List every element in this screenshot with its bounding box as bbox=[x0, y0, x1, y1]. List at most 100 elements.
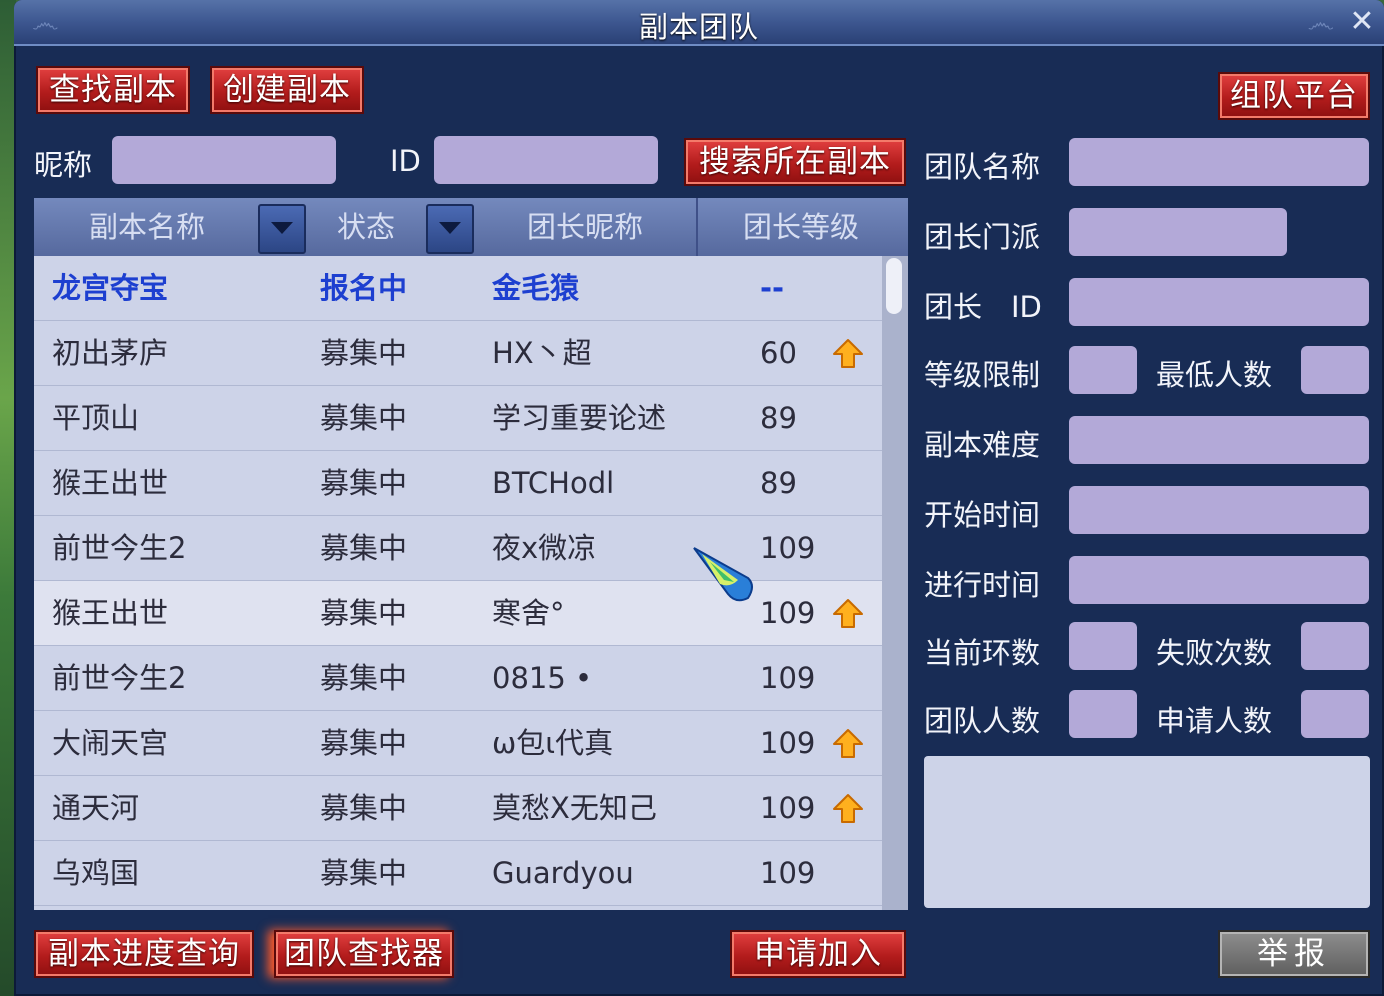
dungeon-name-cell: 初出茅庐 bbox=[52, 336, 169, 370]
team-description-box bbox=[924, 756, 1370, 908]
status-cell: 募集中 bbox=[320, 596, 408, 630]
min-members-label: 最低人数 bbox=[1156, 358, 1273, 392]
leader-nickname-cell: 0815 • bbox=[492, 661, 593, 695]
status-cell: 募集中 bbox=[320, 726, 408, 760]
table-row[interactable]: 前世今生2 募集中 0815 • 109 bbox=[34, 646, 882, 711]
leader-level-cell: 109 bbox=[760, 596, 816, 630]
table-row[interactable]: 平顶山 募集中 学习重要论述 89 bbox=[34, 386, 882, 451]
leader-nickname-cell: Guardyou bbox=[492, 856, 634, 890]
status-cell: 报名中 bbox=[320, 271, 408, 305]
leader-level-cell: 109 bbox=[760, 726, 816, 760]
window-title: 副本团队 bbox=[638, 10, 759, 44]
dungeon-name-cell: 通天河 bbox=[52, 791, 140, 825]
difficulty-field bbox=[1069, 416, 1369, 464]
status-cell: 募集中 bbox=[320, 336, 408, 370]
leader-level-cell: -- bbox=[760, 271, 785, 305]
leader-nickname-cell: HX丶超 bbox=[492, 336, 592, 370]
dungeon-table: 副本名称 状态 团长昵称 团长等级 龙宫夺宝 报名中 金毛猿 -- 初出茅庐 募集中 HX丶… bbox=[34, 198, 908, 910]
chevron-down-icon bbox=[439, 222, 461, 234]
table-header: 副本名称 状态 团长昵称 团长等级 bbox=[34, 198, 908, 256]
team-size-field bbox=[1069, 690, 1137, 738]
team-platform-button[interactable]: 组队平台 bbox=[1218, 72, 1370, 120]
nickname-label: 昵称 bbox=[34, 148, 93, 182]
create-dungeon-tab[interactable]: 创建副本 bbox=[210, 66, 364, 114]
col-header-dungeon-name: 副本名称 bbox=[88, 210, 205, 244]
leader-school-field bbox=[1069, 208, 1287, 256]
leader-nickname-cell: 莫愁X无知己 bbox=[492, 791, 657, 825]
status-cell: 募集中 bbox=[320, 401, 408, 435]
team-size-label: 团队人数 bbox=[924, 704, 1041, 738]
table-row[interactable]: 大闹天宫 募集中 ω包ι代真 109 bbox=[34, 711, 882, 776]
difficulty-label: 副本难度 bbox=[924, 428, 1041, 462]
up-arrow-icon bbox=[833, 794, 863, 823]
leader-level-cell: 109 bbox=[760, 661, 816, 695]
dungeon-name-cell: 乌鸡国 bbox=[52, 856, 140, 890]
applicants-label: 申请人数 bbox=[1156, 704, 1273, 738]
status-filter-dropdown[interactable] bbox=[426, 204, 474, 254]
status-cell: 募集中 bbox=[320, 661, 408, 695]
fail-count-label: 失败次数 bbox=[1156, 636, 1273, 670]
id-label: ID bbox=[390, 144, 421, 178]
team-name-label: 团队名称 bbox=[924, 150, 1041, 184]
dungeon-name-cell: 前世今生2 bbox=[52, 531, 187, 565]
chevron-down-icon bbox=[271, 222, 293, 234]
leader-level-cell: 60 bbox=[760, 336, 797, 370]
start-time-label: 开始时间 bbox=[924, 498, 1041, 532]
col-header-status: 状态 bbox=[336, 210, 395, 244]
leader-level-cell: 109 bbox=[760, 791, 816, 825]
dungeon-name-cell: 前世今生2 bbox=[52, 661, 187, 695]
leader-level-cell: 109 bbox=[760, 531, 816, 565]
dungeon-name-cell: 平顶山 bbox=[52, 401, 140, 435]
leader-level-cell: 89 bbox=[760, 466, 797, 500]
up-arrow-icon bbox=[833, 339, 863, 368]
scrollbar-track[interactable] bbox=[882, 256, 908, 910]
nickname-input[interactable] bbox=[112, 136, 336, 184]
apply-join-button[interactable]: 申请加入 bbox=[730, 930, 906, 978]
up-arrow-icon bbox=[833, 599, 863, 628]
level-limit-field bbox=[1069, 346, 1137, 394]
leader-school-label: 团长门派 bbox=[924, 220, 1041, 254]
team-finder-button[interactable]: 团队查找器 bbox=[274, 930, 454, 978]
dungeon-filter-dropdown[interactable] bbox=[258, 204, 306, 254]
table-row[interactable]: 乌鸡国 募集中 Guardyou 109 bbox=[34, 841, 882, 906]
dungeon-team-window: ෴ ෴ 副本团队 ✕ 查找副本 创建副本 组队平台 昵称 ID 搜索所在副本 副… bbox=[14, 0, 1384, 996]
status-cell: 募集中 bbox=[320, 791, 408, 825]
dungeon-name-cell: 龙宫夺宝 bbox=[52, 271, 169, 305]
table-row[interactable]: 龙宫夺宝 报名中 金毛猿 -- bbox=[34, 256, 882, 321]
leader-nickname-cell: 寒舍° bbox=[492, 596, 565, 630]
report-button[interactable]: 举报 bbox=[1218, 930, 1370, 978]
status-cell: 募集中 bbox=[320, 856, 408, 890]
elapsed-time-field bbox=[1069, 556, 1369, 604]
table-row[interactable]: 通天河 募集中 莫愁X无知己 109 bbox=[34, 776, 882, 841]
up-arrow-icon bbox=[833, 729, 863, 758]
leader-nickname-cell: 学习重要论述 bbox=[492, 401, 667, 435]
leader-id-field bbox=[1069, 278, 1369, 326]
dungeon-name-cell: 猴王出世 bbox=[52, 466, 169, 500]
min-members-field bbox=[1301, 346, 1369, 394]
table-row[interactable]: 初出茅庐 募集中 HX丶超 60 bbox=[34, 321, 882, 386]
close-icon[interactable]: ✕ bbox=[1346, 6, 1378, 38]
current-round-label: 当前环数 bbox=[924, 636, 1041, 670]
dungeon-name-cell: 大闹天宫 bbox=[52, 726, 169, 760]
table-row[interactable]: 猴王出世 募集中 BTCHodl 89 bbox=[34, 451, 882, 516]
leader-nickname-cell: 金毛猿 bbox=[492, 271, 580, 305]
id-input[interactable] bbox=[434, 136, 658, 184]
search-dungeon-button[interactable]: 搜索所在副本 bbox=[684, 138, 906, 186]
title-bar[interactable]: ෴ ෴ 副本团队 ✕ bbox=[14, 0, 1384, 46]
cursor-icon bbox=[693, 547, 753, 602]
leader-level-cell: 89 bbox=[760, 401, 797, 435]
scrollbar-thumb[interactable] bbox=[886, 258, 902, 314]
leader-nickname-cell: BTCHodl bbox=[492, 466, 615, 500]
progress-query-button[interactable]: 副本进度查询 bbox=[34, 930, 254, 978]
applicants-field bbox=[1301, 690, 1369, 738]
leader-nickname-cell: 夜x微凉 bbox=[492, 531, 597, 565]
leader-level-cell: 109 bbox=[760, 856, 816, 890]
find-dungeon-tab[interactable]: 查找副本 bbox=[36, 66, 190, 114]
level-limit-label: 等级限制 bbox=[924, 358, 1041, 392]
dungeon-name-cell: 猴王出世 bbox=[52, 596, 169, 630]
fail-count-field bbox=[1301, 622, 1369, 670]
start-time-field bbox=[1069, 486, 1369, 534]
status-cell: 募集中 bbox=[320, 466, 408, 500]
col-header-leader-level: 团长等级 bbox=[742, 210, 859, 244]
leader-id-label: 团长 ID bbox=[924, 290, 1042, 324]
